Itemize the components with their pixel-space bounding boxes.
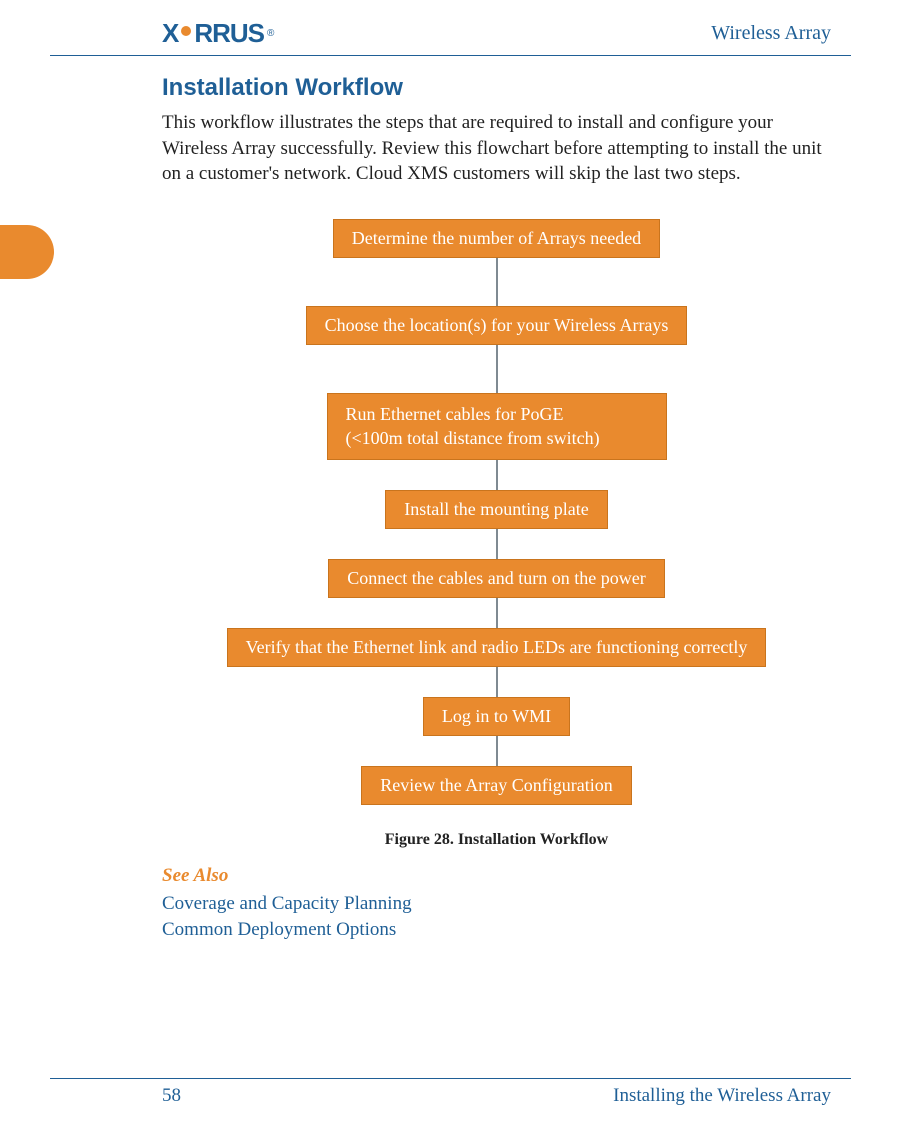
flow-step: Determine the number of Arrays needed bbox=[333, 219, 660, 258]
flow-step: Log in to WMI bbox=[423, 697, 570, 736]
see-also-link[interactable]: Coverage and Capacity Planning bbox=[162, 891, 831, 918]
logo-text-prefix: X bbox=[162, 18, 178, 49]
figure-caption: Figure 28. Installation Workflow bbox=[162, 831, 831, 849]
workflow-flowchart: Determine the number of Arrays needed Ch… bbox=[162, 219, 831, 805]
flow-connector bbox=[496, 258, 498, 306]
see-also-heading: See Also bbox=[162, 865, 831, 887]
logo-text-suffix: RRUS bbox=[194, 18, 264, 49]
flow-step: Connect the cables and turn on the power bbox=[328, 559, 664, 598]
page-footer: 58 Installing the Wireless Array bbox=[50, 1078, 851, 1107]
flow-step: Choose the location(s) for your Wireless… bbox=[306, 306, 688, 345]
thumb-tab bbox=[0, 225, 54, 279]
flow-connector bbox=[496, 736, 498, 766]
footer-chapter: Installing the Wireless Array bbox=[613, 1085, 831, 1107]
flow-connector bbox=[496, 345, 498, 393]
flow-step: Verify that the Ethernet link and radio … bbox=[227, 628, 767, 667]
flow-connector bbox=[496, 667, 498, 697]
flow-step: Install the mounting plate bbox=[385, 490, 607, 529]
flow-connector bbox=[496, 460, 498, 490]
flow-connector bbox=[496, 598, 498, 628]
logo-dot-icon bbox=[181, 26, 191, 36]
section-title: Installation Workflow bbox=[162, 74, 831, 102]
section-intro: This workflow illustrates the steps that… bbox=[162, 110, 831, 187]
registered-mark: ® bbox=[267, 28, 274, 39]
page-header: X RRUS ® Wireless Array bbox=[50, 18, 851, 56]
flow-step: Run Ethernet cables for PoGE(<100m total… bbox=[327, 393, 667, 460]
page-number: 58 bbox=[162, 1085, 181, 1107]
flow-step: Review the Array Configuration bbox=[361, 766, 631, 805]
flow-connector bbox=[496, 529, 498, 559]
doc-title: Wireless Array bbox=[711, 22, 831, 45]
see-also-link[interactable]: Common Deployment Options bbox=[162, 917, 831, 944]
brand-logo: X RRUS ® bbox=[162, 18, 274, 49]
